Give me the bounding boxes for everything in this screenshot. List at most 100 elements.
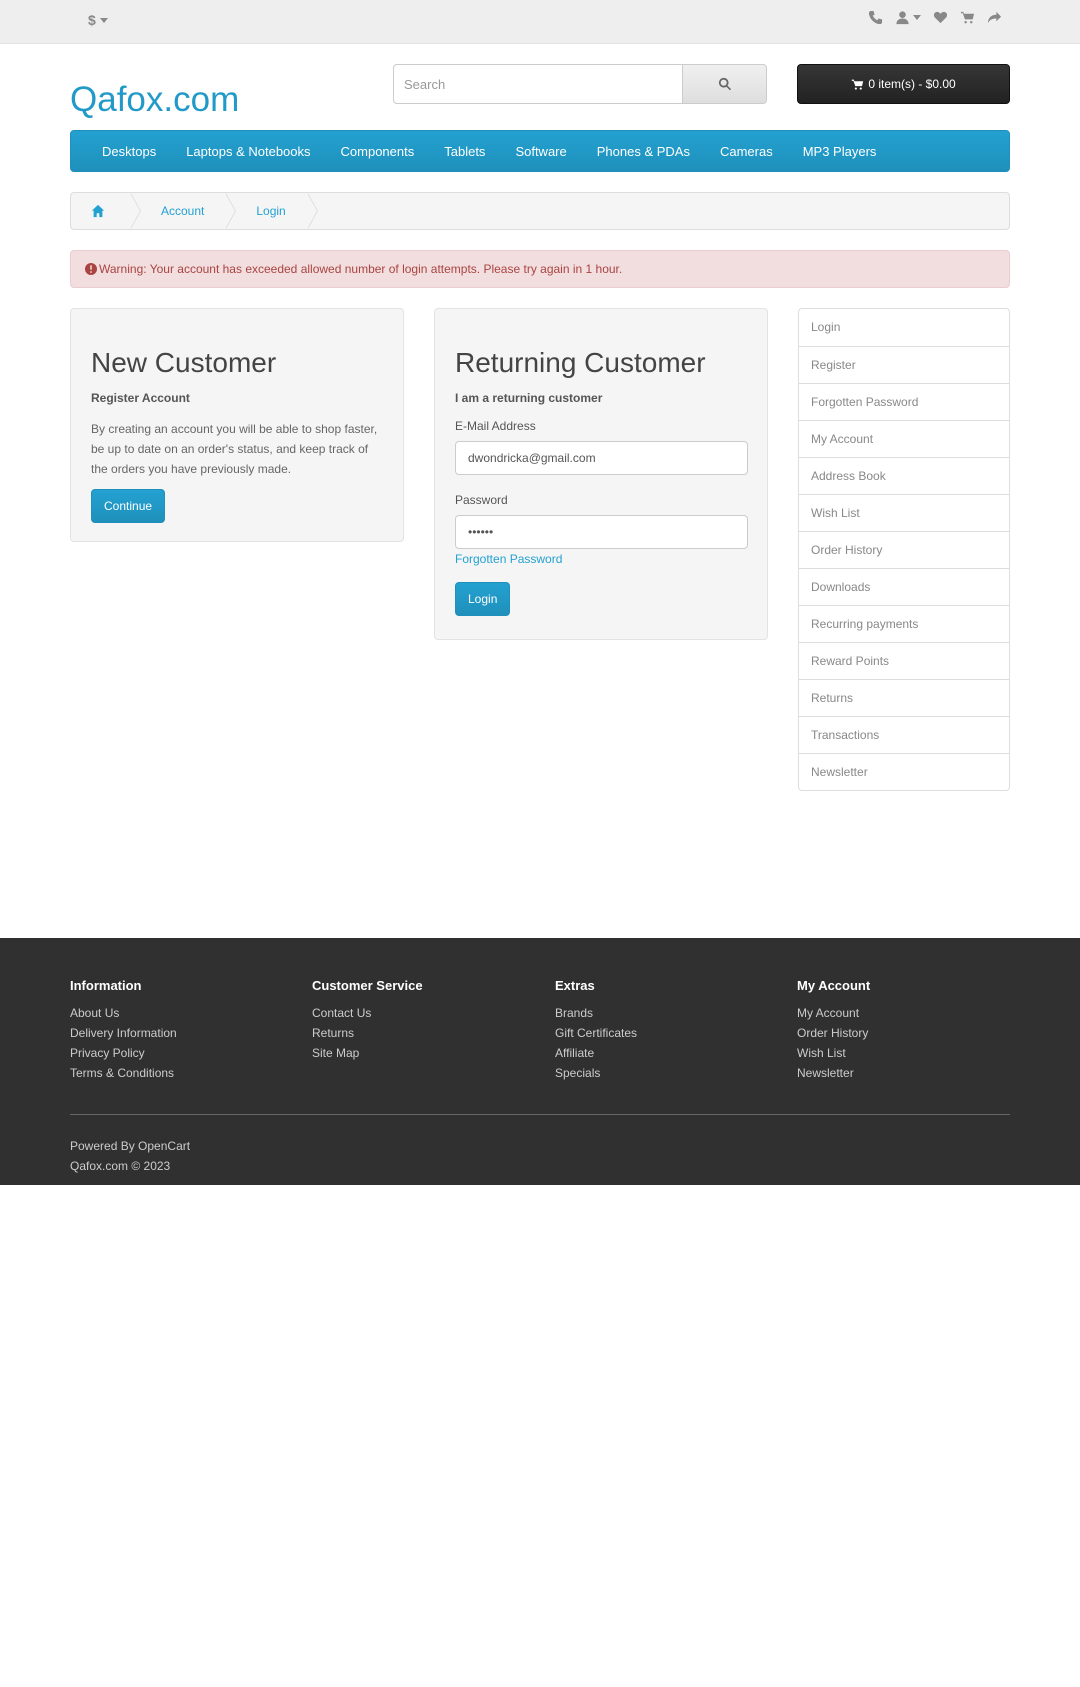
sidebar-item-my-account[interactable]: My Account [799,420,1009,457]
sidebar-item-transactions[interactable]: Transactions [799,716,1009,753]
footer-link[interactable]: Delivery Information [70,1026,177,1040]
breadcrumb-login[interactable]: Login [226,193,319,229]
sidebar-item-wish-list[interactable]: Wish List [799,494,1009,531]
footer-column-my-account: My Account My Account Order History Wish… [797,978,870,1086]
returning-customer-title: Returning Customer [455,347,706,378]
login-button-row: Login [455,582,747,616]
login-button[interactable]: Login [455,582,511,616]
search-input[interactable] [393,64,683,104]
cart-button[interactable]: 0 item(s) - $0.00 [797,64,1010,104]
caret-down-icon [913,15,921,20]
phone-icon [868,10,883,25]
footer-link[interactable]: Wish List [797,1046,870,1060]
footer-heading: Information [70,978,142,993]
footer-column-extras: Extras Brands Gift Certificates Affiliat… [555,978,637,1086]
sidebar-item-forgotten-password[interactable]: Forgotten Password [799,383,1009,420]
cart-icon [960,11,975,24]
sidebar-item-order-history[interactable]: Order History [799,531,1009,568]
footer: Information About Us Delivery Informatio… [0,938,1080,1185]
menu-item-desktops[interactable]: Desktops [87,144,171,159]
powered-by-text: Powered By [70,1139,135,1153]
top-links [868,10,1002,25]
footer-link[interactable]: Returns [312,1026,423,1040]
breadcrumb-home[interactable] [71,193,141,229]
breadcrumb: Account Login [70,192,1010,230]
footer-link[interactable]: My Account [797,1006,870,1020]
footer-link[interactable]: Terms & Conditions [70,1066,177,1080]
returning-customer-subtitle: I am a returning customer [455,391,603,405]
footer-link[interactable]: Specials [555,1066,637,1080]
breadcrumb-account[interactable]: Account [131,193,237,229]
powered-by-line: Powered By OpenCart [70,1136,190,1156]
opencart-link[interactable]: OpenCart [138,1139,190,1153]
menu-item-tablets[interactable]: Tablets [429,144,500,159]
menu-item-components[interactable]: Components [326,144,430,159]
search-icon [718,77,731,91]
wishlist-link[interactable] [933,10,948,25]
new-customer-panel: New Customer Register Account By creatin… [70,308,404,542]
menu-item-phones[interactable]: Phones & PDAs [582,144,705,159]
returning-customer-panel: Returning Customer I am a returning cust… [434,308,768,640]
currency-dropdown[interactable]: $ [88,12,108,28]
site-logo[interactable]: Qafox.com [70,80,239,120]
account-dropdown[interactable] [895,10,921,25]
share-icon [987,11,1002,24]
footer-link[interactable]: Brands [555,1006,637,1020]
currency-symbol: $ [88,12,96,28]
phone-link[interactable] [868,10,883,25]
sidebar-item-returns[interactable]: Returns [799,679,1009,716]
footer-powered: Powered By OpenCart Qafox.com © 2023 [70,1136,190,1176]
email-field[interactable]: dwondricka@gmail.com [455,441,748,475]
menu-item-mp3-players[interactable]: MP3 Players [788,144,892,159]
footer-link[interactable]: Affiliate [555,1046,637,1060]
main-menu: Desktops Laptops & Notebooks Components … [70,130,1010,172]
home-icon [91,204,105,218]
password-label: Password [455,493,508,507]
new-customer-description: By creating an account you will be able … [91,422,378,476]
checkout-link[interactable] [987,10,1002,25]
footer-link[interactable]: Newsletter [797,1066,870,1080]
sidebar-item-reward-points[interactable]: Reward Points [799,642,1009,679]
menu-item-software[interactable]: Software [500,144,581,159]
footer-heading: Extras [555,978,595,993]
sidebar-item-login[interactable]: Login [799,309,1009,346]
copyright-text: Qafox.com © 2023 [70,1159,171,1173]
email-label: E-Mail Address [455,419,536,433]
top-bar: $ [0,0,1080,44]
cart-icon [852,79,864,90]
continue-button[interactable]: Continue [91,489,166,523]
shopping-cart-link[interactable] [960,10,975,25]
menu-item-cameras[interactable]: Cameras [705,144,788,159]
warning-alert: Warning: Your account has exceeded allow… [70,250,1010,288]
password-field[interactable]: •••••• [455,515,748,549]
forgotten-password-link[interactable]: Forgotten Password [455,552,562,566]
footer-divider [70,1114,1010,1115]
user-icon [896,11,909,25]
sidebar-item-newsletter[interactable]: Newsletter [799,753,1009,790]
search-bar [393,64,767,104]
footer-column-customer-service: Customer Service Contact Us Returns Site… [312,978,423,1066]
new-customer-title: New Customer [91,347,277,378]
footer-link[interactable]: About Us [70,1006,177,1020]
heart-icon [933,11,948,24]
footer-link[interactable]: Gift Certificates [555,1026,637,1040]
sidebar-item-address-book[interactable]: Address Book [799,457,1009,494]
footer-link[interactable]: Site Map [312,1046,423,1060]
sidebar-item-recurring-payments[interactable]: Recurring payments [799,605,1009,642]
exclamation-circle-icon [85,263,97,275]
footer-column-information: Information About Us Delivery Informatio… [70,978,177,1086]
footer-link[interactable]: Contact Us [312,1006,423,1020]
cart-total: 0 item(s) - $0.00 [868,77,956,91]
caret-down-icon [99,17,108,23]
register-account-heading: Register Account [91,391,190,405]
menu-item-laptops[interactable]: Laptops & Notebooks [171,144,325,159]
footer-heading: My Account [797,978,871,993]
account-sidebar: Login Register Forgotten Password My Acc… [798,308,1010,791]
search-button[interactable] [683,64,767,104]
footer-link[interactable]: Order History [797,1026,870,1040]
footer-heading: Customer Service [312,978,423,993]
sidebar-item-register[interactable]: Register [799,346,1009,383]
sidebar-item-downloads[interactable]: Downloads [799,568,1009,605]
footer-link[interactable]: Privacy Policy [70,1046,177,1060]
alert-text: Warning: Your account has exceeded allow… [99,262,623,276]
